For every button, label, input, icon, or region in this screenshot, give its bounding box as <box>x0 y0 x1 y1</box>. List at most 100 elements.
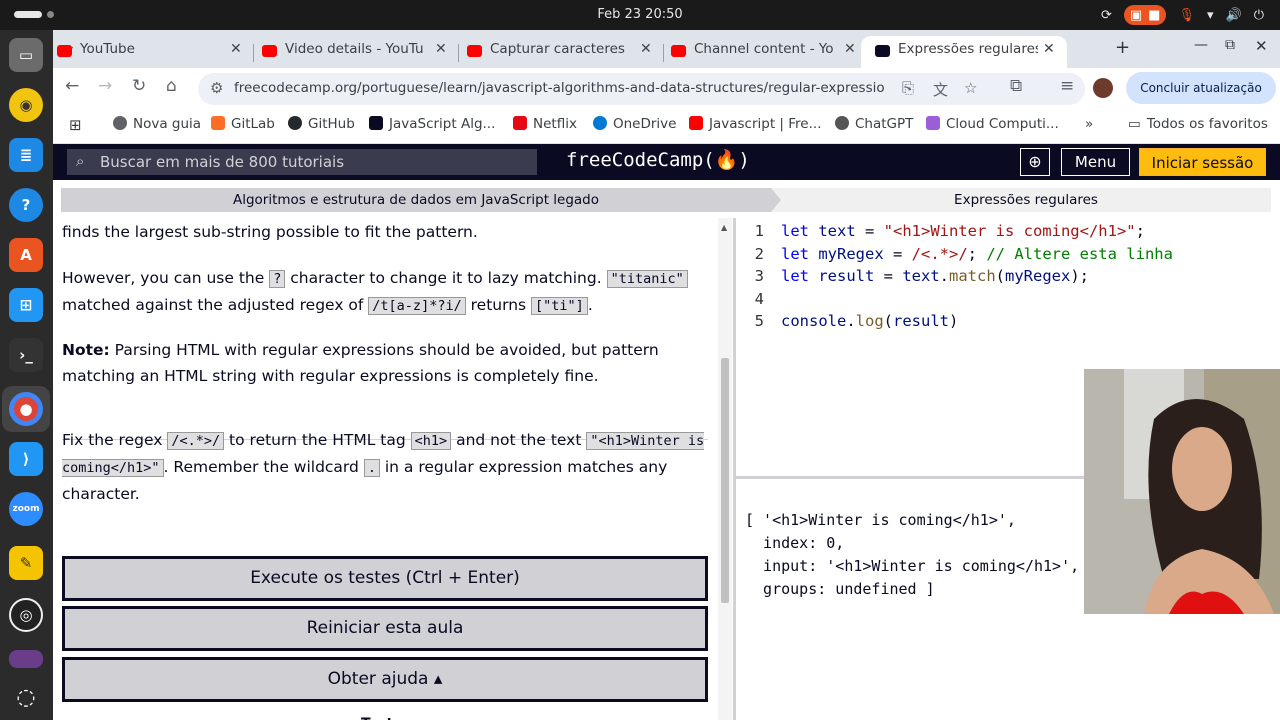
vscode-icon[interactable]: ⟩ <box>9 442 43 476</box>
bookmark-netflix[interactable]: Netflix <box>513 116 577 132</box>
rhythmbox-icon[interactable]: ◉ <box>9 88 43 122</box>
line-number: 1 <box>754 222 764 240</box>
application-dock: ▭ ◉ ≣ ? A ⊞ ›_ ● ⟩ zoom ✎ ◎ ◌ <box>0 30 53 720</box>
line-number: 5 <box>754 312 764 330</box>
code-line[interactable]: console.log(result) <box>781 312 958 330</box>
app-icon[interactable] <box>9 650 43 668</box>
tab-label: Channel content - Yo <box>694 41 834 57</box>
search-icon: ⌕ <box>76 152 85 170</box>
fcc-logo[interactable]: freeCodeCamp(🔥) <box>566 148 750 171</box>
language-globe-icon[interactable]: ⊕ <box>1020 148 1050 176</box>
signin-button[interactable]: Iniciar sessão <box>1139 148 1266 176</box>
console-line: [ '<h1>Winter is coming</h1>', <box>745 511 1016 529</box>
writer-icon[interactable]: ≣ <box>9 138 43 172</box>
get-help-button[interactable]: Obter ajuda ▴ <box>62 657 708 702</box>
back-button[interactable]: ← <box>65 76 79 96</box>
home-button[interactable]: ⌂ <box>166 76 177 96</box>
address-bar[interactable]: ⚙ freecodecamp.org/portuguese/learn/java… <box>198 73 1085 105</box>
bookmark-gitlab[interactable]: GitLab <box>211 116 275 132</box>
tab-favicon-icon <box>262 45 277 57</box>
breadcrumb-superblock[interactable]: Algoritmos e estrutura de dados em JavaS… <box>61 188 781 212</box>
fcc-search-input[interactable]: ⌕ Buscar em mais de 800 tutoriais <box>67 149 537 175</box>
ubuntu-logo-icon[interactable]: ◌ <box>9 680 43 714</box>
bookmark-javascript-alg[interactable]: JavaScript Alg... <box>369 116 495 132</box>
bookmark-star-icon[interactable]: ☆ <box>964 79 977 97</box>
tab-close-icon[interactable]: ✕ <box>640 41 652 57</box>
bookmark-chatgpt[interactable]: ChatGPT <box>835 116 913 132</box>
tab-favicon-icon <box>671 45 686 57</box>
maximize-button[interactable]: ⧉ <box>1225 37 1235 53</box>
browser-tab[interactable]: Channel content - Yo ✕ <box>667 36 862 68</box>
webcam-overlay <box>1084 369 1280 614</box>
scrollbar-thumb[interactable] <box>721 358 729 603</box>
browser-tab[interactable]: Video details - YouTu ✕ <box>258 36 453 68</box>
lesson-panel: finds the largest sub-string possible to… <box>53 218 733 720</box>
power-icon[interactable]: ⏻ <box>1254 8 1264 23</box>
console-line: index: 0, <box>745 534 845 552</box>
menu-button[interactable]: Menu <box>1061 148 1130 176</box>
tab-close-icon[interactable]: ✕ <box>230 41 242 57</box>
reading-list-icon[interactable]: ≡ <box>1060 76 1074 96</box>
obs-icon[interactable]: ◎ <box>9 598 43 632</box>
tab-separator <box>458 44 459 62</box>
forward-button[interactable]: → <box>98 76 112 96</box>
terminal-icon[interactable]: ›_ <box>9 338 43 372</box>
screen-recording-indicator[interactable]: ▣ ■ <box>1123 5 1167 25</box>
minimize-button[interactable]: — <box>1194 37 1208 53</box>
console-line: input: '<h1>Winter is coming</h1>', <box>745 557 1080 575</box>
bookmark-github[interactable]: GitHub <box>288 116 355 132</box>
code-line[interactable]: let myRegex = /<.*>/; // Altere esta lin… <box>781 245 1173 263</box>
wifi-icon[interactable]: ▾ <box>1207 8 1214 23</box>
text-editor-icon[interactable]: ✎ <box>9 546 43 580</box>
browser-tab[interactable]: Expressões regulares ✕ <box>861 36 1067 68</box>
system-top-bar: Feb 23 20:50 ⟳ ▣ ■ 🎙 ▾ 🔊 ⏻ <box>0 0 1280 30</box>
chrome-icon[interactable]: ● <box>9 392 43 426</box>
tab-strip: ⌄ YouTube✕Video details - YouTu✕Capturar… <box>53 30 1280 68</box>
code-line[interactable]: let result = text.match(myRegex); <box>781 267 1089 285</box>
tab-separator <box>663 44 664 62</box>
zoom-icon[interactable]: zoom <box>9 492 43 526</box>
all-bookmarks-folder[interactable]: ▭ Todos os favoritos <box>1128 116 1268 132</box>
translate-icon[interactable]: 文 <box>933 79 948 100</box>
reload-button[interactable]: ↻ <box>132 76 146 96</box>
update-button[interactable]: Concluir atualização <box>1126 72 1276 104</box>
apps-grid-icon[interactable]: ⊞ <box>69 116 82 134</box>
url-text[interactable]: freecodecamp.org/portuguese/learn/javasc… <box>234 80 884 96</box>
close-window-button[interactable]: ✕ <box>1255 37 1268 55</box>
tab-label: Expressões regulares <box>898 41 1038 57</box>
browser-tab[interactable]: YouTube ✕ <box>53 36 248 68</box>
more-bookmarks-icon[interactable]: » <box>1085 116 1093 132</box>
system-clock[interactable]: Feb 23 20:50 <box>0 7 1280 22</box>
volume-icon[interactable]: 🔊 <box>1226 8 1242 23</box>
tab-close-icon[interactable]: ✕ <box>435 41 447 57</box>
files-app-icon[interactable]: ▭ <box>9 38 43 72</box>
bookmark-javascript-fre[interactable]: Javascript | Fre... <box>689 116 821 132</box>
lesson-paragraph: However, you can use the ? character to … <box>62 265 710 319</box>
code-line[interactable]: let text = "<h1>Winter is coming</h1>"; <box>781 222 1145 240</box>
sync-icon[interactable]: ⟳ <box>1101 8 1112 23</box>
tab-close-icon[interactable]: ✕ <box>1043 41 1055 57</box>
new-tab-button[interactable]: + <box>1115 37 1130 58</box>
help-icon[interactable]: ? <box>9 188 43 222</box>
install-app-icon[interactable]: ⎘ <box>902 79 914 97</box>
bookmark-nova-guia[interactable]: Nova guia <box>113 116 201 132</box>
breadcrumb-block[interactable]: Expressões regulares <box>781 188 1271 212</box>
reset-lesson-button[interactable]: Reiniciar esta aula <box>62 606 708 651</box>
microphone-icon[interactable]: 🎙 <box>1178 8 1195 23</box>
site-info-icon[interactable]: ⚙ <box>210 79 223 97</box>
software-center-icon[interactable]: A <box>9 238 43 272</box>
run-tests-button[interactable]: Execute os testes (Ctrl + Enter) <box>62 556 708 601</box>
scroll-up-icon[interactable]: ▲ <box>721 223 727 232</box>
bookmark-onedrive[interactable]: OneDrive <box>593 116 676 132</box>
tab-close-icon[interactable]: ✕ <box>844 41 856 57</box>
store-icon[interactable]: ⊞ <box>9 288 43 322</box>
screen-icon: ▣ <box>1129 7 1143 23</box>
bookmark-cloud-computi[interactable]: Cloud Computi... <box>926 116 1059 132</box>
lesson-scrollbar[interactable]: ▲ <box>718 218 732 720</box>
line-number: 4 <box>754 289 764 308</box>
tab-favicon-icon <box>467 45 482 57</box>
folder-icon: ▭ <box>1128 116 1141 132</box>
profile-avatar[interactable] <box>1093 78 1113 98</box>
browser-tab[interactable]: Capturar caracteres q ✕ <box>463 36 658 68</box>
extensions-icon[interactable]: ⧉ <box>1010 76 1022 96</box>
